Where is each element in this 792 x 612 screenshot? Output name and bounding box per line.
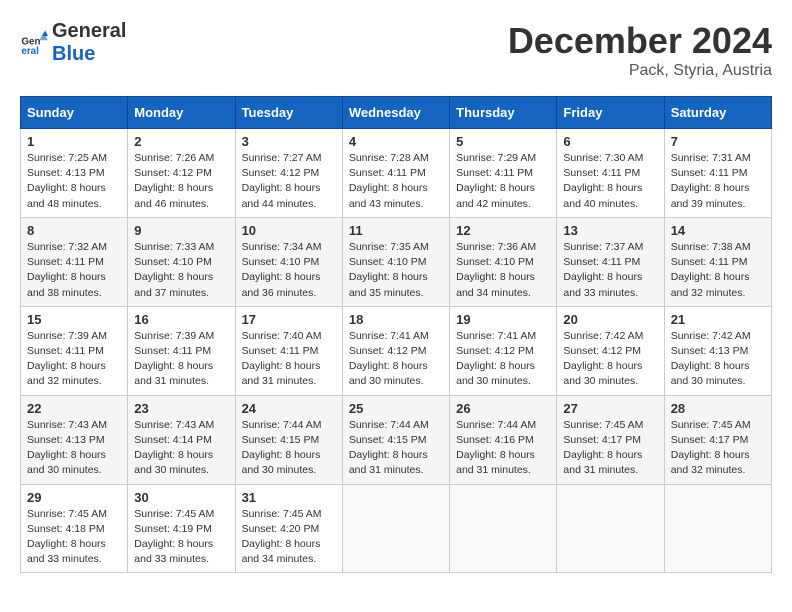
col-wednesday: Wednesday [342, 97, 449, 129]
table-row: 13 Sunrise: 7:37 AM Sunset: 4:11 PM Dayl… [557, 217, 664, 306]
calendar-week-3: 15 Sunrise: 7:39 AM Sunset: 4:11 PM Dayl… [21, 306, 772, 395]
month-title: December 2024 [508, 20, 772, 62]
table-row: 31 Sunrise: 7:45 AM Sunset: 4:20 PM Dayl… [235, 484, 342, 573]
location-title: Pack, Styria, Austria [508, 62, 772, 80]
col-thursday: Thursday [450, 97, 557, 129]
table-row: 3 Sunrise: 7:27 AM Sunset: 4:12 PM Dayli… [235, 129, 342, 218]
page-header: Gen eral General Blue December 2024 Pack… [20, 20, 772, 80]
table-row: 22 Sunrise: 7:43 AM Sunset: 4:13 PM Dayl… [21, 395, 128, 484]
table-row: 11 Sunrise: 7:35 AM Sunset: 4:10 PM Dayl… [342, 217, 449, 306]
table-row: 12 Sunrise: 7:36 AM Sunset: 4:10 PM Dayl… [450, 217, 557, 306]
table-row: 25 Sunrise: 7:44 AM Sunset: 4:15 PM Dayl… [342, 395, 449, 484]
empty-cell [664, 484, 771, 573]
table-row: 8 Sunrise: 7:32 AM Sunset: 4:11 PM Dayli… [21, 217, 128, 306]
table-row: 29 Sunrise: 7:45 AM Sunset: 4:18 PM Dayl… [21, 484, 128, 573]
calendar-table: Sunday Monday Tuesday Wednesday Thursday… [20, 96, 772, 573]
table-row: 17 Sunrise: 7:40 AM Sunset: 4:11 PM Dayl… [235, 306, 342, 395]
empty-cell [342, 484, 449, 573]
calendar-week-1: 1 Sunrise: 7:25 AMSunset: 4:13 PMDayligh… [21, 129, 772, 218]
table-row: 9 Sunrise: 7:33 AM Sunset: 4:10 PM Dayli… [128, 217, 235, 306]
calendar-header-row: Sunday Monday Tuesday Wednesday Thursday… [21, 97, 772, 129]
table-row: 1 Sunrise: 7:25 AMSunset: 4:13 PMDayligh… [21, 129, 128, 218]
table-row: 6 Sunrise: 7:30 AM Sunset: 4:11 PM Dayli… [557, 129, 664, 218]
logo-wordmark: General Blue [52, 20, 126, 66]
table-row: 18 Sunrise: 7:41 AM Sunset: 4:12 PM Dayl… [342, 306, 449, 395]
logo-general: General [52, 20, 126, 42]
col-monday: Monday [128, 97, 235, 129]
svg-text:eral: eral [21, 46, 39, 57]
table-row: 23 Sunrise: 7:43 AM Sunset: 4:14 PM Dayl… [128, 395, 235, 484]
table-row: 20 Sunrise: 7:42 AM Sunset: 4:12 PM Dayl… [557, 306, 664, 395]
table-row: 15 Sunrise: 7:39 AM Sunset: 4:11 PM Dayl… [21, 306, 128, 395]
logo-icon: Gen eral [20, 29, 48, 57]
table-row: 30 Sunrise: 7:45 AM Sunset: 4:19 PM Dayl… [128, 484, 235, 573]
table-row: 7 Sunrise: 7:31 AM Sunset: 4:11 PM Dayli… [664, 129, 771, 218]
calendar-week-4: 22 Sunrise: 7:43 AM Sunset: 4:13 PM Dayl… [21, 395, 772, 484]
logo-blue: Blue [52, 43, 95, 65]
table-row: 5 Sunrise: 7:29 AM Sunset: 4:11 PM Dayli… [450, 129, 557, 218]
calendar-week-2: 8 Sunrise: 7:32 AM Sunset: 4:11 PM Dayli… [21, 217, 772, 306]
calendar-week-5: 29 Sunrise: 7:45 AM Sunset: 4:18 PM Dayl… [21, 484, 772, 573]
table-row: 16 Sunrise: 7:39 AM Sunset: 4:11 PM Dayl… [128, 306, 235, 395]
empty-cell [557, 484, 664, 573]
col-saturday: Saturday [664, 97, 771, 129]
table-row: 14 Sunrise: 7:38 AM Sunset: 4:11 PM Dayl… [664, 217, 771, 306]
table-row: 24 Sunrise: 7:44 AM Sunset: 4:15 PM Dayl… [235, 395, 342, 484]
col-sunday: Sunday [21, 97, 128, 129]
table-row: 19 Sunrise: 7:41 AM Sunset: 4:12 PM Dayl… [450, 306, 557, 395]
table-row: 21 Sunrise: 7:42 AM Sunset: 4:13 PM Dayl… [664, 306, 771, 395]
table-row: 2 Sunrise: 7:26 AM Sunset: 4:12 PM Dayli… [128, 129, 235, 218]
empty-cell [450, 484, 557, 573]
col-friday: Friday [557, 97, 664, 129]
table-row: 26 Sunrise: 7:44 AM Sunset: 4:16 PM Dayl… [450, 395, 557, 484]
table-row: 27 Sunrise: 7:45 AM Sunset: 4:17 PM Dayl… [557, 395, 664, 484]
title-block: December 2024 Pack, Styria, Austria [508, 20, 772, 80]
table-row: 4 Sunrise: 7:28 AM Sunset: 4:11 PM Dayli… [342, 129, 449, 218]
logo: Gen eral General Blue [20, 20, 126, 66]
table-row: 10 Sunrise: 7:34 AM Sunset: 4:10 PM Dayl… [235, 217, 342, 306]
table-row: 28 Sunrise: 7:45 AM Sunset: 4:17 PM Dayl… [664, 395, 771, 484]
col-tuesday: Tuesday [235, 97, 342, 129]
